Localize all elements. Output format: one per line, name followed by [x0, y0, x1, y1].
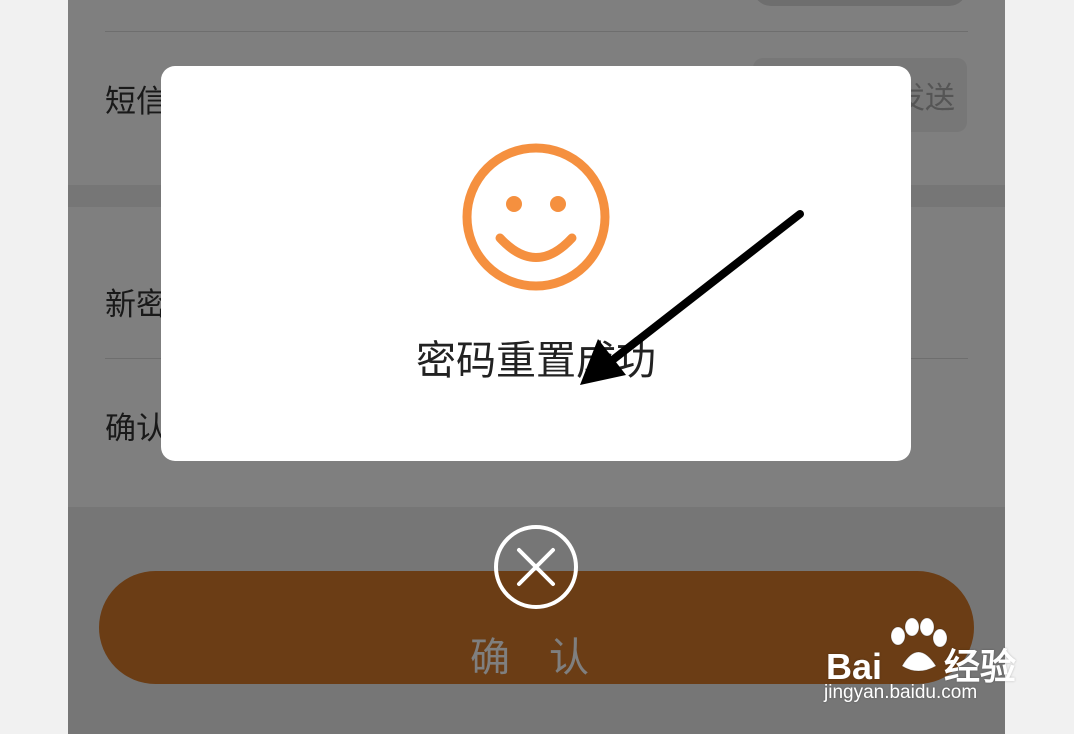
watermark-url: jingyan.baidu.com	[824, 682, 978, 703]
watermark-brand-latin: Bai	[826, 646, 883, 687]
success-message: 密码重置成功	[416, 338, 656, 384]
side-background	[0, 0, 68, 734]
close-circle-icon[interactable]	[493, 524, 579, 610]
baidu-watermark: Bai 经验 jingyan.baidu.com	[822, 618, 1022, 713]
watermark-brand-cn: 经验	[944, 646, 1017, 687]
success-dialog: 密码重置成功	[161, 66, 911, 461]
smiley-icon	[462, 143, 610, 291]
